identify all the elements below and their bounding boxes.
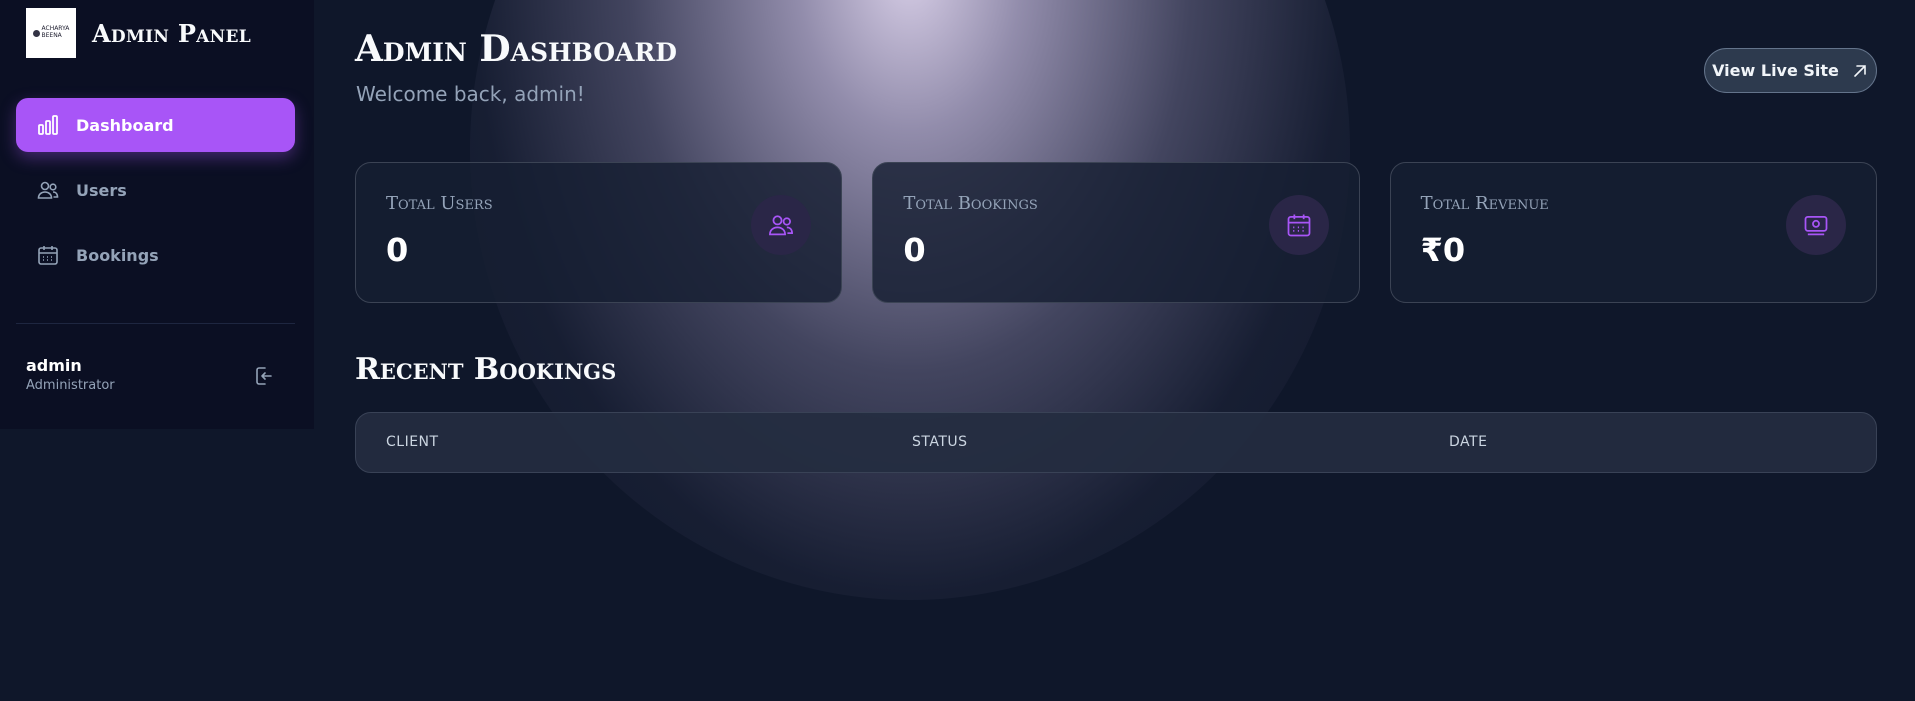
user-info: admin Administrator [26, 356, 115, 393]
column-header-date[interactable]: DATE [1449, 434, 1487, 450]
column-header-status[interactable]: STATUS [912, 434, 968, 450]
sidebar-item-label: Bookings [76, 245, 159, 265]
stat-value: 0 [903, 231, 926, 269]
sidebar-item-users[interactable]: Users [16, 163, 295, 217]
view-live-site-label: View Live Site [1712, 61, 1839, 80]
stat-label: Total Users [386, 193, 493, 214]
brand-logo: ACHARYA BEENA [26, 8, 76, 58]
brand: ACHARYA BEENA Admin Panel [26, 8, 251, 58]
stat-label: Total Bookings [903, 193, 1038, 214]
column-header-client[interactable]: CLIENT [386, 434, 439, 450]
sidebar-nav: Dashboard Users Bookings [16, 98, 295, 293]
sidebar-item-bookings[interactable]: Bookings [16, 228, 295, 282]
sidebar-item-label: Users [76, 180, 127, 200]
users-icon [751, 195, 812, 255]
stat-card-bookings: Total Bookings 0 [872, 162, 1360, 303]
user-role: Administrator [26, 378, 115, 393]
view-live-site-button[interactable]: View Live Site [1704, 48, 1877, 93]
stats-cards: Total Users 0 Total Bookings 0 Total Rev… [355, 162, 1877, 303]
brand-title: Admin Panel [92, 18, 252, 48]
sidebar-item-dashboard[interactable]: Dashboard [16, 98, 295, 152]
recent-bookings-table: CLIENT STATUS DATE [355, 412, 1877, 473]
calendar-icon [36, 243, 60, 267]
sidebar-item-label: Dashboard [76, 115, 174, 135]
stat-label: Total Revenue [1420, 193, 1549, 214]
money-icon [1785, 195, 1846, 255]
stat-value: 0 [386, 231, 409, 269]
page-subtitle: Welcome back, admin! [356, 82, 585, 106]
recent-bookings-title: Recent Bookings [355, 352, 617, 387]
logout-icon[interactable] [251, 364, 275, 388]
stat-value: ₹0 [1420, 231, 1466, 269]
external-arrow-icon [1854, 64, 1866, 77]
stat-card-revenue: Total Revenue ₹0 [1389, 162, 1877, 303]
page-title: Admin Dashboard [355, 28, 677, 70]
user-name: admin [26, 356, 82, 375]
users-icon [36, 178, 60, 202]
calendar-icon [1268, 195, 1329, 255]
sidebar-divider [16, 323, 295, 324]
bar-chart-icon [36, 113, 60, 137]
stat-card-users: Total Users 0 [355, 162, 843, 303]
sidebar: ACHARYA BEENA Admin Panel Dashboard User… [0, 0, 314, 429]
